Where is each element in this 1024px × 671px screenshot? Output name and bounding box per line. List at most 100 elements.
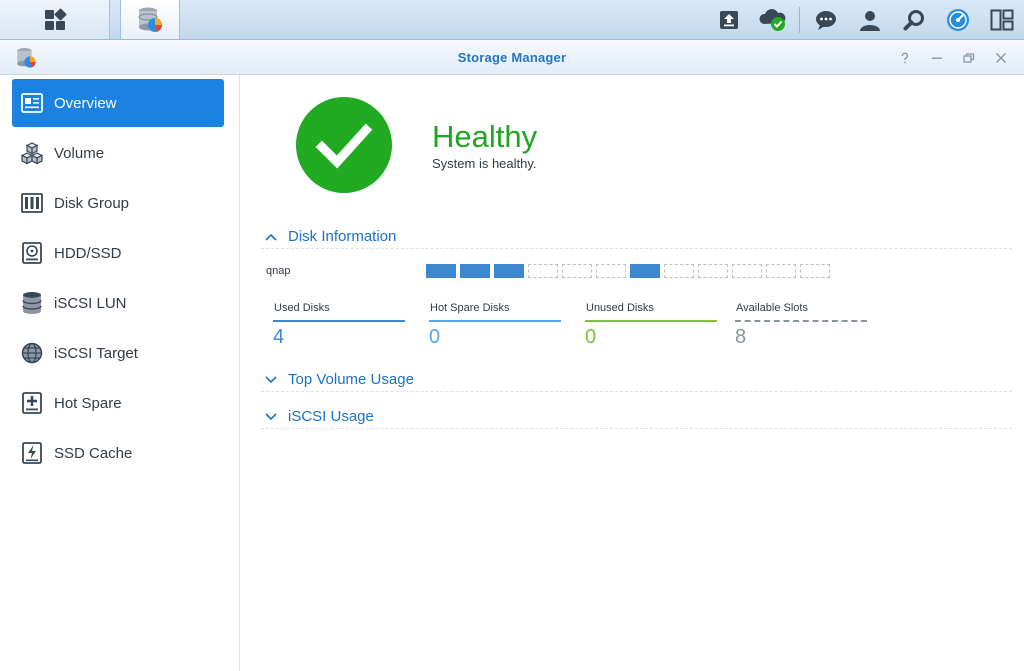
notifications-button[interactable] [804,0,848,39]
search-button[interactable] [892,0,936,39]
taskbar [0,0,1024,40]
taskbar-storage-manager-button[interactable] [120,0,180,39]
window-title: Storage Manager [457,50,567,65]
stat-used-disks: Used Disks 4 [273,302,405,350]
widgets-icon [990,9,1014,30]
sidebar-item-volume[interactable]: Volume [12,129,224,177]
disk-slot-used[interactable] [630,264,660,278]
stat-value: 0 [585,326,597,348]
health-status-title: Healthy [432,119,538,154]
ssd-cache-icon [20,441,44,465]
sidebar-item-ssd-cache[interactable]: SSD Cache [12,429,224,477]
sidebar-item-disk-group[interactable]: Disk Group [12,179,224,227]
system-tray [707,0,1024,39]
section-disk-information[interactable]: Disk Information [261,225,1012,249]
disk-slot-empty[interactable] [766,264,796,278]
help-button[interactable] [896,49,914,67]
disk-slot-empty[interactable] [800,264,830,278]
section-title: Disk Information [288,228,397,245]
storage-manager-icon [138,7,162,32]
search-icon [903,9,924,30]
disk-slot-used[interactable] [494,264,524,278]
stat-label: Available Slots [736,302,808,314]
sidebar: Overview Volume Disk Group HDD/SSD iSCSI… [0,75,240,671]
storage-pool-name: qnap [266,265,291,277]
minimize-button[interactable] [928,49,946,67]
sidebar-item-iscsi-target[interactable]: iSCSI Target [12,329,224,377]
user-icon [860,10,880,31]
disk-slot-empty[interactable] [698,264,728,278]
checkmark-icon [315,123,373,169]
hdd-icon [20,241,44,265]
close-button[interactable] [992,49,1010,67]
stat-unused-disks: Unused Disks 0 [585,302,717,350]
disk-slot-empty[interactable] [664,264,694,278]
section-top-volume-usage[interactable]: Top Volume Usage [261,368,1012,392]
sidebar-item-label: SSD Cache [54,444,133,462]
volume-icon [20,141,44,165]
sidebar-item-label: Hot Spare [54,394,122,412]
stat-label: Used Disks [274,302,330,314]
help-icon [901,52,909,64]
disk-slot-empty[interactable] [528,264,558,278]
disk-slot-empty[interactable] [562,264,592,278]
stat-label: Unused Disks [586,302,654,314]
sidebar-item-label: Overview [54,94,117,112]
sidebar-item-iscsi-lun[interactable]: iSCSI LUN [12,279,224,327]
overview-panel: Healthy System is healthy. Disk Informat… [241,75,1024,671]
gauge-icon [947,8,969,31]
upload-icon [720,10,738,29]
window-controls [896,49,1010,67]
widgets-button[interactable] [980,0,1024,39]
sidebar-item-label: iSCSI Target [54,344,138,362]
main-menu-button[interactable] [0,0,110,39]
maximize-button[interactable] [960,49,978,67]
cloud-sync-button[interactable] [751,0,795,39]
disk-slot-used[interactable] [460,264,490,278]
stat-value: 4 [273,326,285,348]
upload-queue-button[interactable] [707,0,751,39]
health-status-subtitle: System is healthy. [432,156,537,171]
disk-slot-used[interactable] [426,264,456,278]
stat-available-slots: Available Slots 8 [735,302,867,350]
window-title-bar[interactable]: Storage Manager [0,40,1024,75]
sidebar-item-hdd-ssd[interactable]: HDD/SSD [12,229,224,277]
sidebar-item-label: Volume [54,144,105,162]
sidebar-item-label: iSCSI LUN [54,294,127,312]
restore-icon [963,53,975,63]
disk-slot-empty[interactable] [732,264,762,278]
section-title: iSCSI Usage [288,408,374,425]
chevron-down-icon [264,373,278,387]
minimize-icon [932,57,942,59]
stat-bar [585,320,717,322]
chevron-up-icon [264,230,278,244]
stat-hot-spare-disks: Hot Spare Disks 0 [429,302,561,350]
health-status-indicator [296,97,392,193]
disk-group-icon [20,191,44,215]
resource-monitor-button[interactable] [936,0,980,39]
hot-spare-icon [20,391,44,415]
iscsi-lun-icon [20,291,44,315]
stat-value: 8 [735,326,747,348]
sidebar-item-hot-spare[interactable]: Hot Spare [12,379,224,427]
user-options-button[interactable] [848,0,892,39]
stat-bar [735,320,867,322]
iscsi-target-icon [20,341,44,365]
disk-slot-empty[interactable] [596,264,626,278]
section-title: Top Volume Usage [288,371,414,388]
stat-label: Hot Spare Disks [430,302,510,314]
sidebar-item-overview[interactable]: Overview [12,79,224,127]
disk-slot-map [426,264,830,278]
sidebar-item-label: HDD/SSD [54,244,122,262]
chat-bubble-icon [816,10,836,30]
main-menu-icon [44,8,66,30]
stat-value: 0 [429,326,441,348]
tray-separator [799,6,800,33]
stat-bar [429,320,561,322]
chevron-down-icon [264,410,278,424]
overview-icon [20,91,44,115]
cloud-check-icon [759,8,786,31]
close-icon [996,53,1006,63]
section-iscsi-usage[interactable]: iSCSI Usage [261,405,1012,429]
stat-bar [273,320,405,322]
